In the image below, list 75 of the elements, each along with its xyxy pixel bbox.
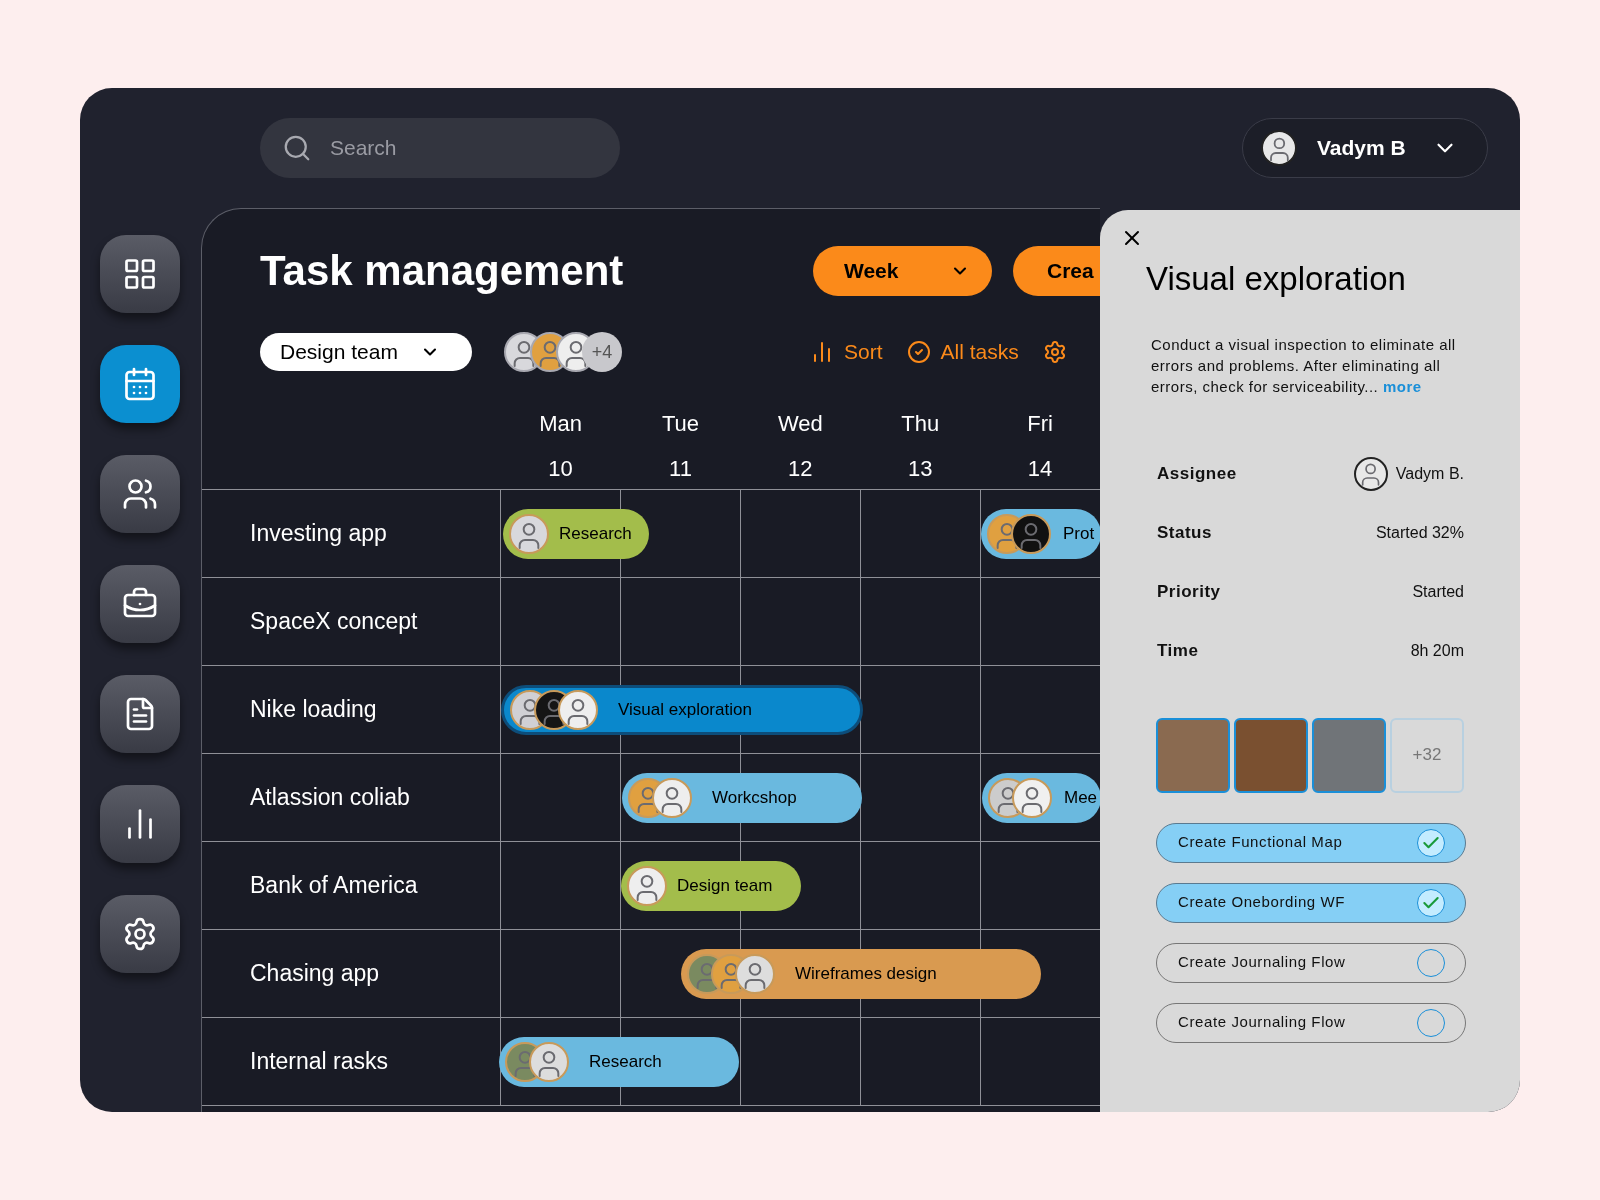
- task-pill[interactable]: Research: [503, 509, 649, 559]
- settings-icon: [1042, 340, 1067, 364]
- search-input[interactable]: Search: [330, 132, 570, 164]
- sidebar-button[interactable]: [100, 345, 180, 423]
- avatar: [509, 514, 549, 554]
- field-value: Started 32%: [1375, 522, 1464, 543]
- task-pill[interactable]: Prot: [981, 509, 1100, 559]
- avatar: [652, 778, 692, 818]
- field-value: Vadym B.: [1395, 463, 1464, 484]
- day-name: Tue: [661, 410, 699, 438]
- task-pill[interactable]: Wireframes design: [681, 949, 1041, 999]
- day-name: Thu: [901, 410, 940, 438]
- project-name: SpaceX concept: [250, 607, 418, 637]
- sidebar-button[interactable]: [100, 785, 180, 863]
- project-name: Chasing app: [250, 959, 380, 989]
- project-name: Bank of America: [250, 871, 418, 901]
- toolbar-button[interactable]: Sort: [810, 336, 883, 368]
- avatar: [627, 866, 667, 906]
- avatar: [529, 1042, 569, 1082]
- avatar: [1012, 778, 1052, 818]
- field-label: Assignee: [1157, 462, 1237, 485]
- week-dropdown[interactable]: Week: [813, 245, 992, 296]
- field-label: Status: [1157, 521, 1212, 544]
- check-circle-icon: [906, 340, 931, 364]
- page-title: Task management: [260, 246, 625, 296]
- project-name: Nike loading: [250, 695, 377, 725]
- day-name: Fri: [1027, 410, 1053, 438]
- day-name: Wed: [777, 410, 823, 438]
- task-pill[interactable]: Visual exploration: [501, 685, 863, 735]
- search-icon: [282, 133, 312, 163]
- member-count: +4: [582, 332, 622, 372]
- project-name: Investing app: [250, 519, 387, 549]
- sidebar-button[interactable]: [100, 455, 180, 533]
- search-field[interactable]: Search: [260, 118, 620, 178]
- user-menu[interactable]: Vadym B: [1242, 118, 1488, 178]
- field-label: Priority: [1157, 580, 1221, 603]
- sidebar-button[interactable]: [100, 565, 180, 643]
- toolbar-button[interactable]: All tasks: [906, 336, 1019, 368]
- task-description: Conduct a visual inspection to eliminate all errors and problems. After eliminating all errors, check for serviceability... more: [1150, 334, 1457, 397]
- day-date: 10: [548, 455, 573, 483]
- avatar: [735, 954, 775, 994]
- field-value: 8h 20m: [1410, 640, 1464, 661]
- settings-button[interactable]: [1042, 340, 1067, 364]
- calendar-icon: [122, 366, 158, 402]
- check-icon: [1417, 888, 1445, 917]
- day-date: 12: [788, 455, 813, 483]
- settings-icon: [122, 916, 158, 952]
- avatar: [558, 690, 598, 730]
- grid-icon: [122, 256, 158, 292]
- avatar: [1261, 130, 1297, 166]
- sidebar-button[interactable]: [100, 895, 180, 973]
- avatar: [1011, 514, 1051, 554]
- detail-title: Visual exploration: [1146, 259, 1407, 299]
- task-pill[interactable]: Workcshop: [622, 773, 862, 823]
- task-pill[interactable]: Mee: [982, 773, 1100, 823]
- checklist-item[interactable]: Create Onebording WF: [1156, 882, 1466, 923]
- sidebar-button[interactable]: [100, 235, 180, 313]
- day-date: 11: [669, 455, 692, 483]
- task-pill[interactable]: Research: [499, 1037, 739, 1087]
- task-pill[interactable]: Design team: [621, 861, 801, 911]
- field-label: Time: [1157, 639, 1199, 662]
- project-name: Atlassion coliab: [250, 783, 410, 813]
- check-icon: [1417, 828, 1445, 857]
- create-button[interactable]: Crea: [1013, 245, 1100, 296]
- day-name: Man: [539, 410, 582, 438]
- field-value: Started: [1412, 581, 1464, 602]
- photo-placeholder[interactable]: [1234, 717, 1308, 793]
- avatar: [1353, 456, 1388, 491]
- team-dropdown[interactable]: Design team: [260, 333, 472, 371]
- sidebar-button[interactable]: [100, 675, 180, 753]
- project-name: Internal rasks: [250, 1047, 389, 1077]
- day-date: 14: [1027, 455, 1053, 483]
- day-date: 13: [907, 455, 933, 483]
- checklist-item[interactable]: Create Functional Map: [1156, 822, 1466, 863]
- users-icon: [122, 476, 158, 512]
